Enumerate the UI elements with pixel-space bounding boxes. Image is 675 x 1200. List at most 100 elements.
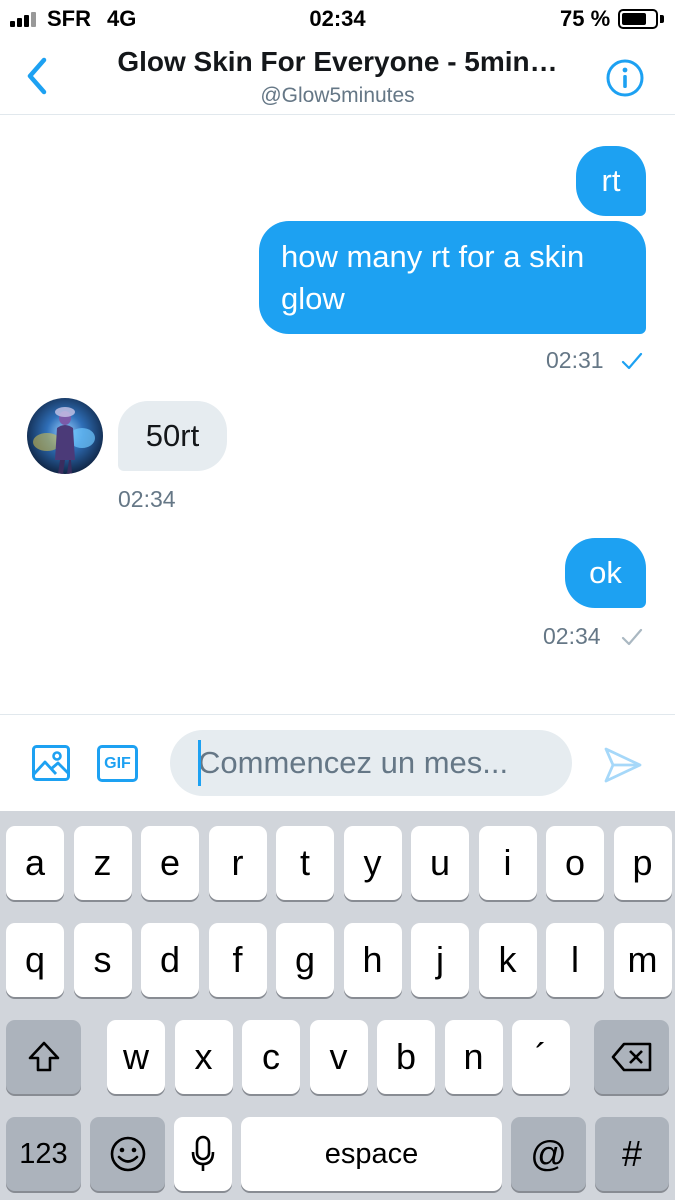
emoji-key[interactable] [90,1117,165,1191]
gif-button[interactable]: GIF [97,745,138,782]
message-text-line: how many rt for a skin [281,239,585,274]
key-e[interactable]: e [141,826,199,900]
key-label: w [123,1036,149,1077]
key-label: z [93,842,112,883]
key-label: h [362,939,383,980]
battery-tip [660,15,664,23]
key-r[interactable]: r [208,826,267,900]
numbers-key[interactable]: 123 [6,1117,81,1191]
message-text: rt [601,163,621,198]
info-icon[interactable] [605,58,645,98]
image-icon[interactable] [31,743,71,783]
message-timestamp: 02:34 [543,623,601,649]
hash-key-label: # [621,1133,643,1174]
message-text-line: glow [281,281,345,316]
battery-percent: 75 % [560,6,611,31]
key-b[interactable]: b [377,1020,435,1094]
message-text: ok [589,555,622,590]
space-key[interactable]: espace [241,1117,502,1191]
key-q[interactable]: q [6,923,64,997]
message-timestamp: 02:31 [546,347,604,373]
key-k[interactable]: k [478,923,537,997]
key-g[interactable]: g [276,923,334,997]
key-label: v [329,1036,348,1077]
key-label: a [24,842,46,883]
check-icon [620,625,644,649]
key-label: q [24,939,46,980]
status-bar: SFR 4G 02:34 75 % [0,0,675,38]
key-label: ´ [535,1036,547,1077]
message-bubble-received[interactable]: 50rt [118,401,227,471]
message-text: 50rt [145,418,200,453]
key-label: x [194,1036,213,1077]
key-label: e [159,842,181,883]
key-label: t [299,842,310,883]
key-label: k [498,939,517,980]
key-p[interactable]: p [613,826,672,900]
key-c[interactable]: c [242,1020,300,1094]
keyboard: a z e r t y u i o p q s d f g h j k l m w x c v b n ´ 123 espace… [0,811,675,1200]
key-u[interactable]: u [411,826,469,900]
microphone-icon [191,1135,215,1171]
key-a[interactable]: a [6,826,64,900]
key-label: p [632,842,653,883]
at-key-label: @ [530,1133,567,1174]
text-caret [198,740,201,786]
conversation-header: Glow Skin For Everyone - 5min… @Glow5min… [0,38,675,115]
key-z[interactable]: z [73,826,132,900]
key-label: u [429,842,451,883]
key-label: l [571,939,579,980]
emoji-icon [110,1136,145,1172]
at-key[interactable]: @ [511,1117,586,1191]
conversation-title[interactable]: Glow Skin For Everyone - 5min… [0,46,675,78]
send-icon[interactable] [603,746,643,784]
key-d[interactable]: d [141,923,199,997]
message-bubble-sent[interactable]: rt [576,146,646,216]
message-composer: GIF [0,714,675,811]
shift-key[interactable] [6,1020,81,1094]
key-f[interactable]: f [208,923,267,997]
key-label: b [395,1036,417,1077]
key-label: d [159,939,181,980]
key-j[interactable]: j [411,923,469,997]
key-n[interactable]: n [444,1020,503,1094]
key-w[interactable]: w [107,1020,165,1094]
key-label: r [231,842,244,883]
key-o[interactable]: o [546,826,604,900]
battery-icon [618,9,658,29]
hash-key[interactable]: # [595,1117,669,1191]
message-input-container[interactable] [170,730,572,796]
shift-icon [28,1041,59,1072]
key-s[interactable]: s [73,923,132,997]
key-l[interactable]: l [546,923,604,997]
gif-label: GIF [104,754,131,772]
check-icon [620,349,644,373]
key-label: g [294,939,316,980]
key-i[interactable]: i [478,826,537,900]
message-bubble-sent[interactable]: ok [565,538,646,608]
key-y[interactable]: y [343,826,402,900]
message-bubble-sent[interactable]: how many rt for a skin glow [259,221,646,334]
key-h[interactable]: h [343,923,402,997]
key-m[interactable]: m [613,923,672,997]
conversation-handle: @Glow5minutes [260,84,415,107]
key-label: c [262,1036,280,1077]
backspace-icon [611,1042,651,1072]
key-acute[interactable]: ´ [512,1020,570,1094]
microphone-key[interactable] [174,1117,232,1191]
key-t[interactable]: t [276,826,334,900]
key-label: i [503,842,512,883]
message-timestamp: 02:34 [118,486,176,512]
key-label: j [436,939,444,980]
key-label: n [463,1036,484,1077]
delete-key[interactable] [594,1020,669,1094]
message-input[interactable] [198,730,558,796]
key-label: m [627,939,658,980]
numbers-key-label: 123 [19,1137,68,1170]
key-v[interactable]: v [309,1020,368,1094]
key-label: f [232,939,243,980]
avatar[interactable] [27,398,103,474]
key-label: y [363,842,382,883]
key-x[interactable]: x [174,1020,233,1094]
space-key-label: espace [324,1137,419,1170]
